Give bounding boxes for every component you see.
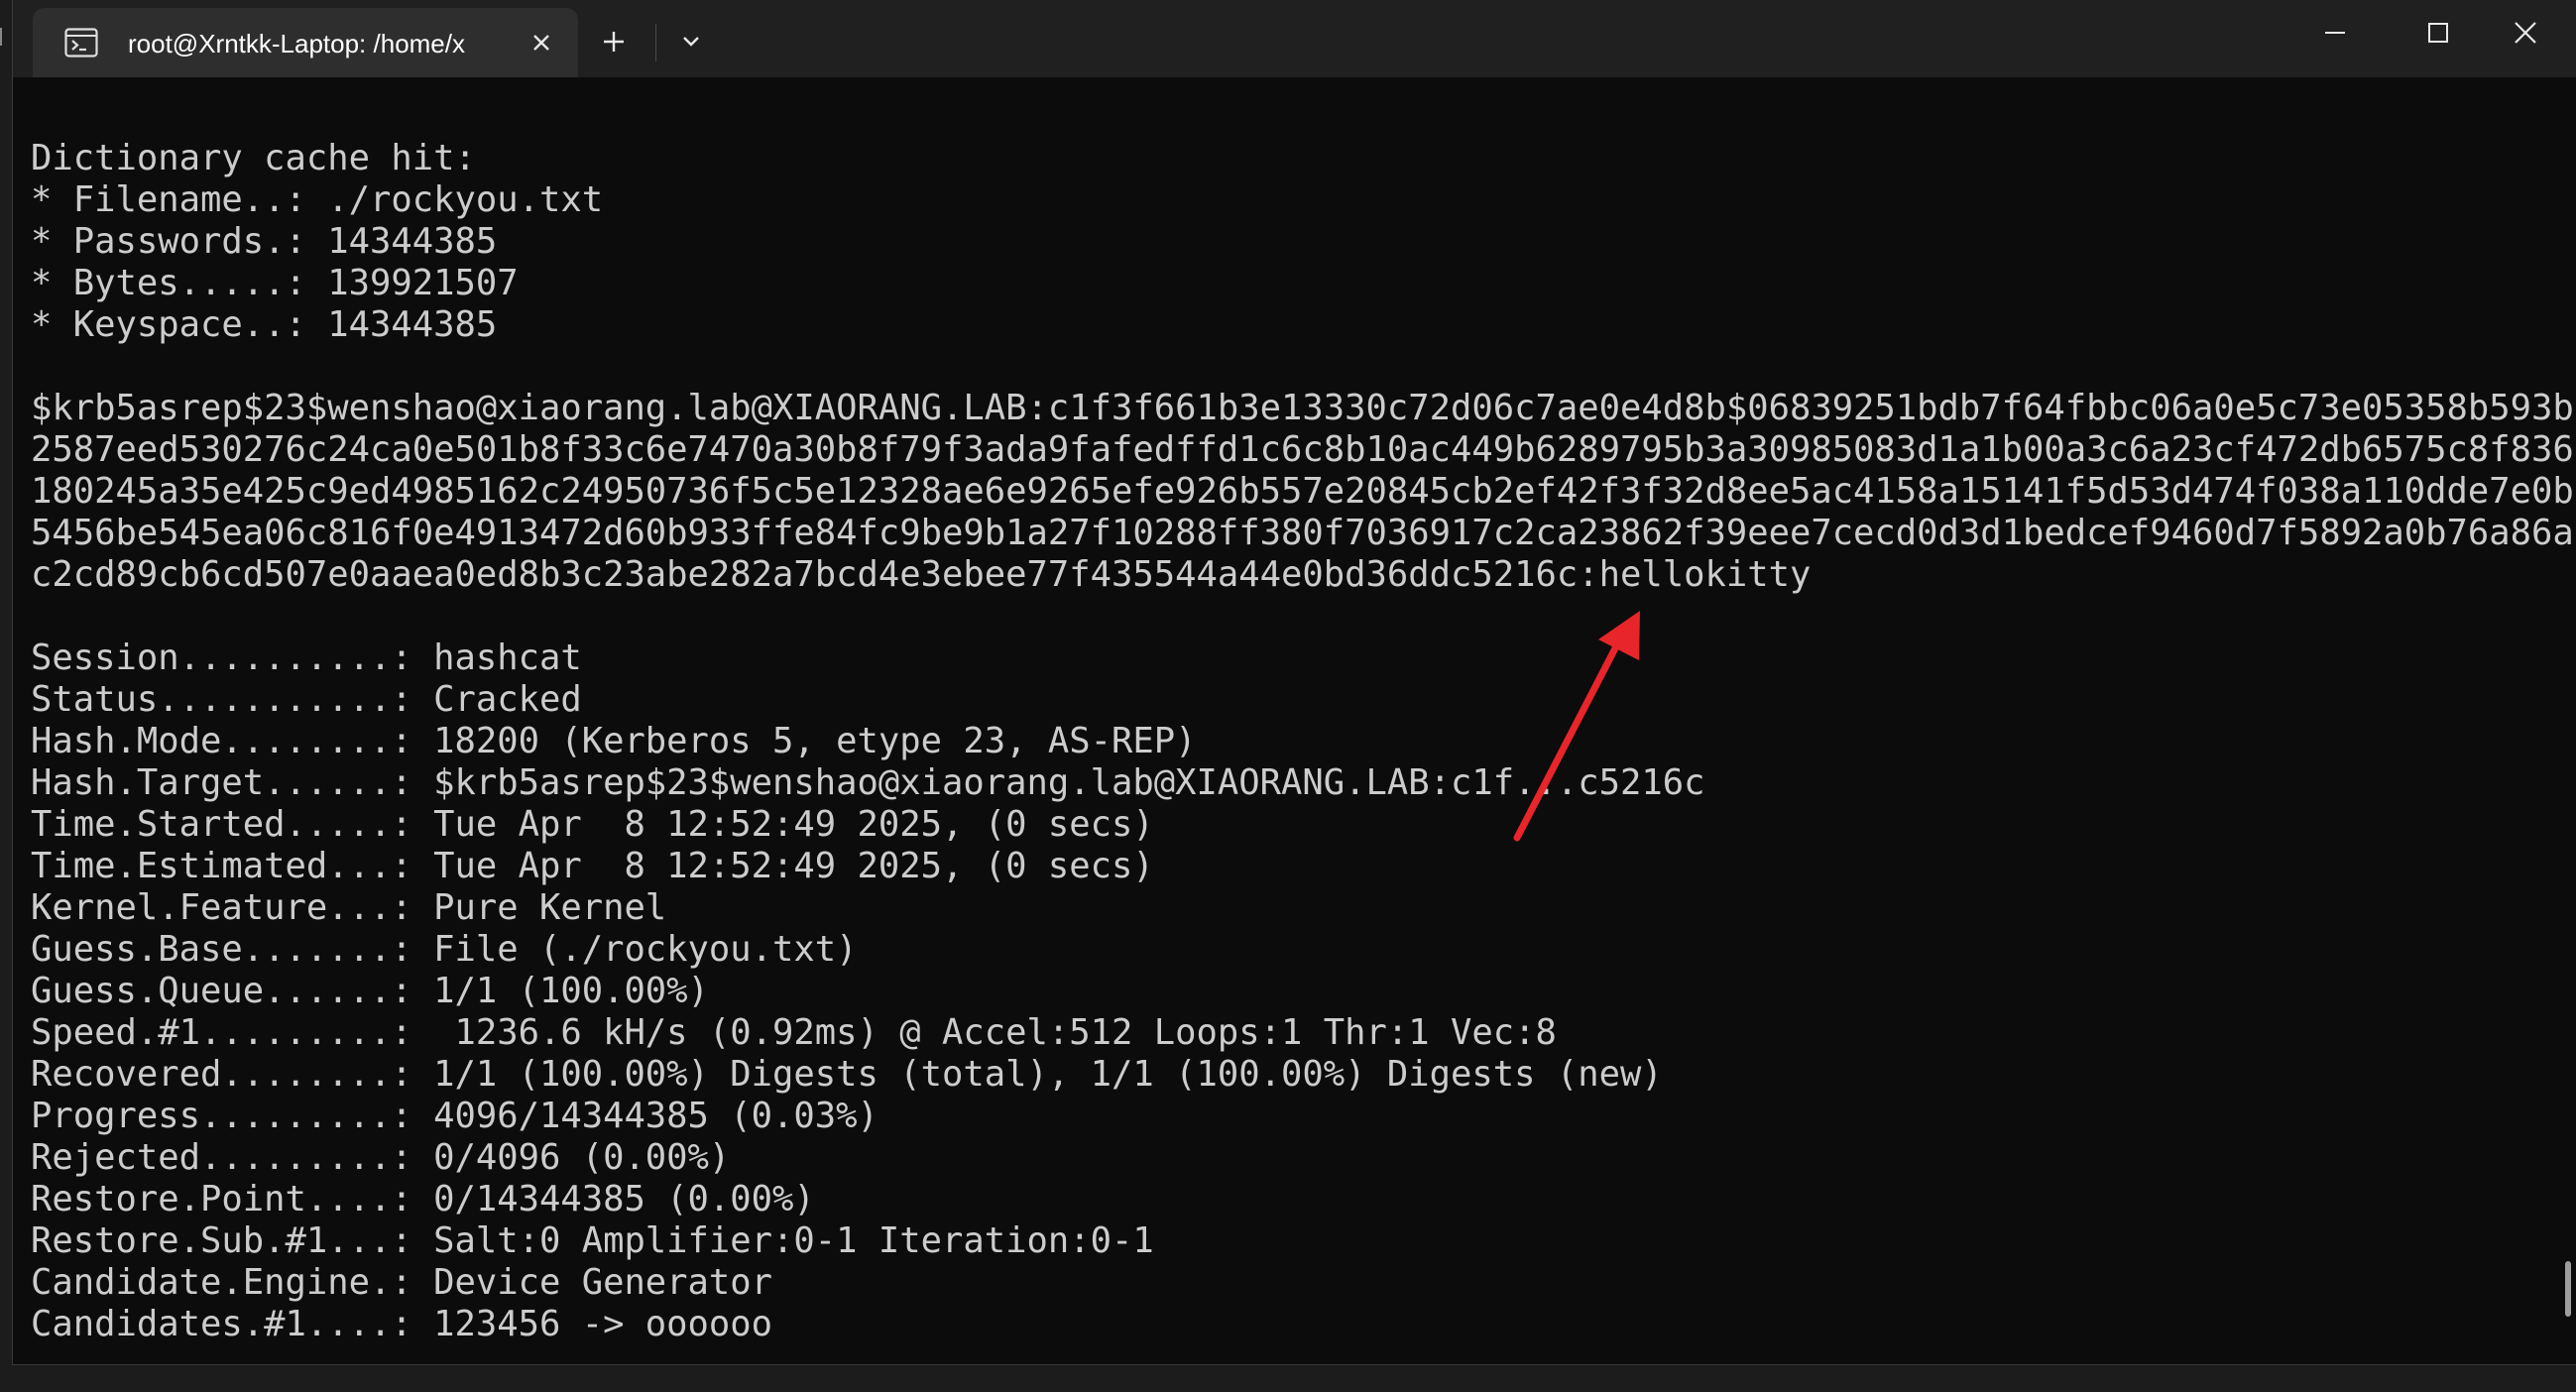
terminal-icon [64, 27, 98, 58]
terminal-line: Time.Started.....: Tue Apr 8 12:52:49 20… [31, 804, 1154, 845]
terminal-line: $krb5asrep$23$wenshao@xiaorang.lab@XIAOR… [31, 388, 2574, 428]
scrollbar-thumb[interactable] [2565, 1261, 2571, 1317]
terminal-line: Hash.Mode........: 18200 (Kerberos 5, et… [31, 721, 1197, 761]
cracked-hash-line: c2cd89cb6cd507e0aaea0ed8b3c23abe282a7bcd… [31, 554, 1812, 595]
terminal-line: Rejected.........: 0/4096 (0.00%) [31, 1137, 731, 1178]
terminal-line: Candidate.Engine.: Device Generator [31, 1262, 773, 1303]
terminal-line: Restore.Point....: 0/14344385 (0.00%) [31, 1179, 815, 1219]
terminal-line: Guess.Base.......: File (./rockyou.txt) [31, 929, 858, 970]
terminal-line: Hash.Target......: $krb5asrep$23$wenshao… [31, 762, 1705, 803]
terminal-line: * Passwords.: 14344385 [31, 221, 498, 262]
toolbar-divider [655, 24, 656, 61]
background-window-edge [0, 0, 12, 1392]
title-bar[interactable]: root@Xrntkk-Laptop: /home/x [13, 0, 2576, 77]
terminal-line: * Keyspace..: 14344385 [31, 304, 498, 345]
terminal-line: Dictionary cache hit: [31, 138, 476, 178]
terminal-line: 180245a35e425c9ed4985162c24950736f5c5e12… [31, 471, 2574, 512]
terminal-line: Restore.Sub.#1...: Salt:0 Amplifier:0-1 … [31, 1220, 1154, 1261]
minimize-button[interactable] [2283, 0, 2387, 65]
terminal-line: Progress.........: 4096/14344385 (0.03%) [31, 1096, 878, 1136]
terminal-line: Speed.#1.........: 1236.6 kH/s (0.92ms) … [31, 1012, 1557, 1053]
terminal-line: Session..........: hashcat [31, 638, 582, 678]
terminal-line: Status...........: Cracked [31, 679, 582, 720]
new-tab-button[interactable] [584, 14, 644, 69]
terminal-window: root@Xrntkk-Laptop: /home/x Dictionary c… [12, 0, 2576, 1365]
tab-close-icon[interactable] [525, 26, 558, 59]
terminal-line: * Bytes.....: 139921507 [31, 263, 519, 303]
terminal-line: Time.Estimated...: Tue Apr 8 12:52:49 20… [31, 846, 1154, 886]
terminal-line: Guess.Queue......: 1/1 (100.00%) [31, 971, 709, 1011]
close-window-button[interactable] [2474, 0, 2576, 65]
tab-title: root@Xrntkk-Laptop: /home/x [128, 29, 465, 58]
terminal-line: Kernel.Feature...: Pure Kernel [31, 887, 667, 928]
terminal-line: 2587eed530276c24ca0e501b8f33c6e7470a30b8… [31, 429, 2574, 470]
terminal-line: * Filename..: ./rockyou.txt [31, 179, 604, 220]
tab-terminal[interactable]: root@Xrntkk-Laptop: /home/x [33, 8, 578, 77]
terminal-output[interactable]: Dictionary cache hit: * Filename..: ./ro… [13, 77, 2574, 1364]
terminal-line: 5456be545ea06c816f0e4913472d60b933ffe84f… [31, 513, 2574, 553]
terminal-line: Recovered........: 1/1 (100.00%) Digests… [31, 1054, 1663, 1095]
background-window-mark [0, 28, 12, 46]
terminal-line: Candidates.#1....: 123456 -> oooooo [31, 1304, 773, 1344]
tab-dropdown-button[interactable] [661, 14, 721, 69]
